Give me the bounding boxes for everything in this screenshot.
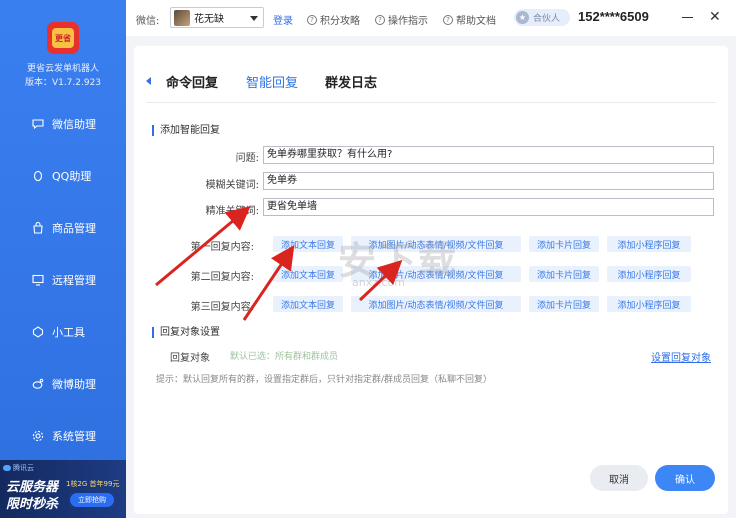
add-card-reply-button[interactable]: 添加卡片回复 [529, 236, 599, 252]
question-icon: ? [307, 14, 317, 25]
operation-tips-label: 操作指示 [388, 16, 428, 27]
sidebar: 更省 更省云发单机器人 版本：V1.7.2.923 微信助理 QQ助理 商品管理… [0, 0, 126, 518]
add-text-reply-button[interactable]: 添加文本回复 [273, 236, 343, 252]
sidebar-item-label: 小工具 [52, 326, 85, 339]
wechat-label: 微信: [136, 16, 160, 27]
question-icon: ? [375, 14, 385, 25]
bag-icon [32, 222, 44, 234]
second-reply-label: 第二回复内容: [190, 272, 254, 283]
weibo-icon [32, 378, 44, 390]
sidebar-item-label: QQ助理 [52, 170, 92, 183]
question-input[interactable]: 免单券哪里获取？有什么用? [263, 146, 714, 164]
section-title-add-reply: 添加智能回复 [152, 125, 220, 136]
close-icon[interactable]: ✕ [709, 10, 721, 24]
sidebar-item-label: 微博助理 [52, 378, 96, 391]
promo-brand-text: 腾讯云 [13, 464, 34, 472]
divider [146, 102, 716, 103]
account-select[interactable]: 花无缺 [170, 7, 264, 28]
phone-number: 152****6509 [578, 9, 649, 24]
minimize-icon[interactable] [682, 17, 693, 18]
first-reply-label: 第一回复内容: [190, 242, 254, 253]
fuzzy-keyword-label: 模糊关键词: [205, 180, 259, 191]
confirm-button[interactable]: 确认 [655, 465, 715, 491]
top-bar: 微信: 花无缺 登录 ? 积分攻略 ? 操作指示 ? 帮助文档 ★ 合伙人 152**… [126, 0, 736, 36]
operation-tips-link[interactable]: ? 操作指示 [375, 12, 428, 27]
question-icon: ? [443, 14, 453, 25]
add-card-reply-button[interactable]: 添加卡片回复 [529, 296, 599, 312]
tab-broadcast-log[interactable]: 群发日志 [325, 72, 377, 91]
hint-text: 提示：默认回复所有的群，设置指定群后，只针对指定群/群成员回复（私聊不回复） [156, 375, 493, 385]
star-icon: ★ [516, 11, 529, 24]
add-card-reply-button[interactable]: 添加卡片回复 [529, 266, 599, 282]
reply-target-label: 回复对象 [170, 353, 210, 364]
exact-keyword-input[interactable]: 更省免单墙 [263, 198, 714, 216]
promo-title-line2: 限时秒杀 [6, 497, 59, 512]
fuzzy-keyword-input[interactable]: 免单券 [263, 172, 714, 190]
promo-price: 1核2G 首年99元 [66, 480, 120, 488]
add-miniprogram-reply-button[interactable]: 添加小程序回复 [607, 296, 691, 312]
sidebar-item-weibo[interactable]: 微博助理 [0, 369, 126, 399]
chevron-down-icon [250, 16, 258, 21]
login-link[interactable]: 登录 [273, 12, 293, 27]
promo-banner[interactable]: 腾讯云 云服务器 限时秒杀 1核2G 首年99元 立即抢购 [0, 460, 126, 518]
add-text-reply-button[interactable]: 添加文本回复 [273, 266, 343, 282]
back-arrow-icon[interactable] [146, 77, 151, 85]
app-version: 版本：V1.7.2.923 [24, 78, 102, 88]
sidebar-item-label: 远程管理 [52, 274, 96, 287]
add-media-reply-button[interactable]: 添加图片/动态表情/视频/文件回复 [351, 296, 521, 312]
promo-brand: 腾讯云 [3, 463, 34, 473]
sidebar-item-system[interactable]: 系统管理 [0, 421, 126, 451]
add-miniprogram-reply-button[interactable]: 添加小程序回复 [607, 266, 691, 282]
watermark-url: anxz.com [352, 276, 405, 289]
sidebar-item-label: 系统管理 [52, 430, 96, 443]
sidebar-item-products[interactable]: 商品管理 [0, 213, 126, 243]
account-name: 花无缺 [194, 14, 224, 25]
cancel-button[interactable]: 取消 [590, 465, 648, 491]
sidebar-item-label: 微信助理 [52, 118, 96, 131]
app-logo-text: 更省 [52, 28, 74, 48]
app-logo: 更省 [47, 22, 79, 54]
promo-buy-button[interactable]: 立即抢购 [70, 493, 114, 507]
sidebar-item-label: 商品管理 [52, 222, 96, 235]
points-guide-label: 积分攻略 [320, 16, 360, 27]
tab-command-reply[interactable]: 命令回复 [166, 72, 218, 91]
penguin-icon [32, 170, 44, 182]
add-miniprogram-reply-button[interactable]: 添加小程序回复 [607, 236, 691, 252]
sidebar-item-tools[interactable]: 小工具 [0, 317, 126, 347]
add-text-reply-button[interactable]: 添加文本回复 [273, 296, 343, 312]
remote-icon [32, 274, 44, 286]
gear-icon [32, 430, 44, 442]
partner-label: 合伙人 [533, 14, 561, 24]
partner-badge[interactable]: ★ 合伙人 [514, 9, 570, 26]
tab-smart-reply[interactable]: 智能回复 [246, 72, 298, 91]
section-title-reply-target: 回复对象设置 [152, 327, 220, 338]
question-label: 问题: [235, 153, 259, 164]
points-guide-link[interactable]: ? 积分攻略 [307, 12, 360, 27]
help-docs-link[interactable]: ? 帮助文档 [443, 12, 496, 27]
help-docs-label: 帮助文档 [456, 16, 496, 27]
set-reply-target-link[interactable]: 设置回复对象 [651, 349, 711, 364]
gem-icon [32, 326, 44, 338]
avatar [174, 9, 190, 26]
sidebar-item-qq[interactable]: QQ助理 [0, 161, 126, 191]
sidebar-item-wechat[interactable]: 微信助理 [0, 109, 126, 139]
chat-icon [32, 118, 44, 130]
cloud-icon [3, 465, 11, 471]
reply-target-value: 默认已选：所有群和群成员 [230, 352, 339, 362]
exact-keyword-label: 精准关键词: [205, 206, 259, 217]
sidebar-item-remote[interactable]: 远程管理 [0, 265, 126, 295]
third-reply-label: 第三回复内容: [190, 302, 254, 313]
app-name: 更省云发单机器人 [26, 64, 99, 74]
